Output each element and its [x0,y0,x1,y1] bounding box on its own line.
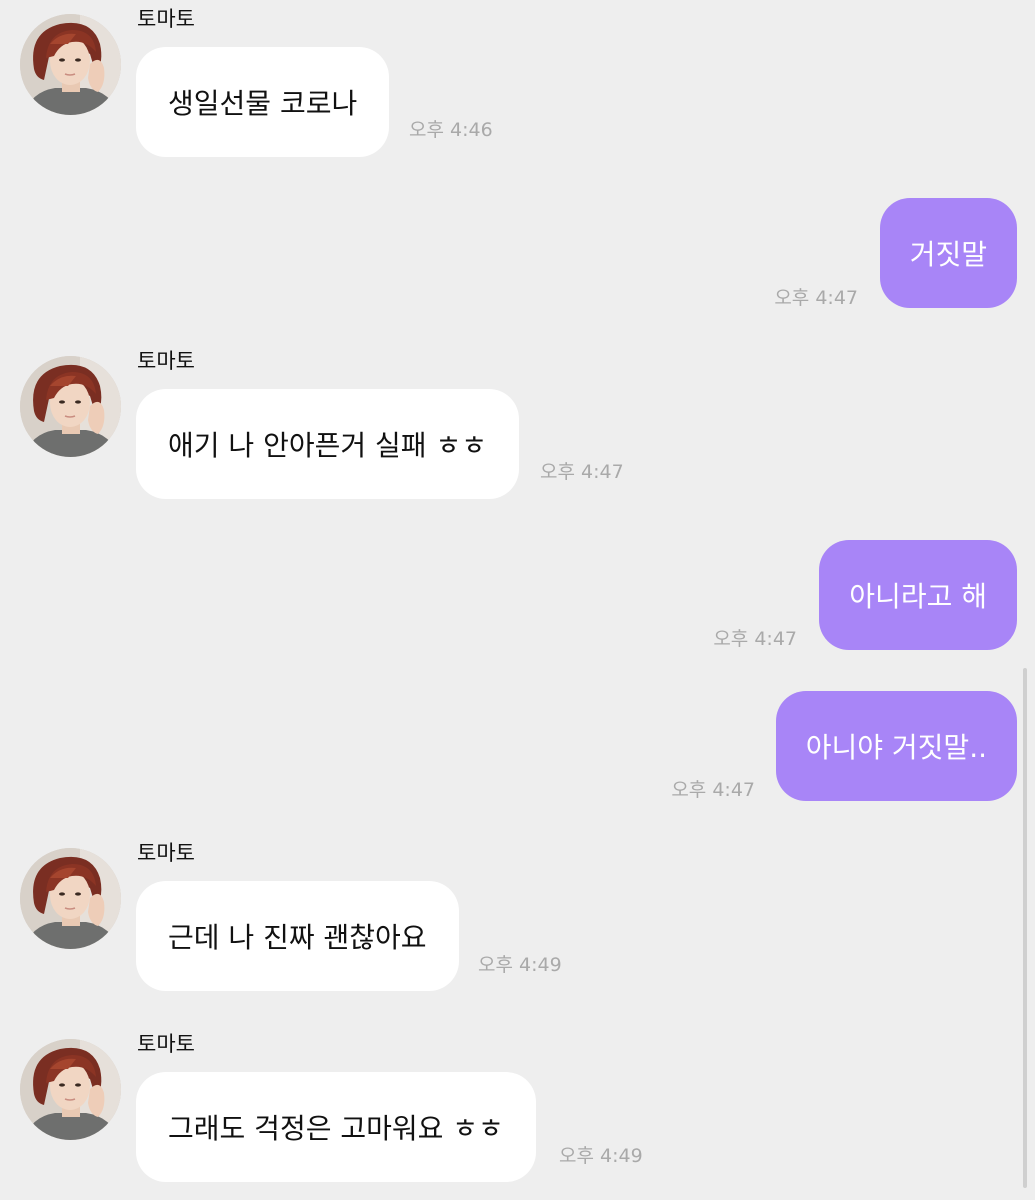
message-text: 애기 나 안아픈거 실패 ㅎㅎ [168,429,487,462]
message-timestamp: 오후 4:46 [409,119,493,141]
message-bubble[interactable]: 아니야 거짓말.. [775,691,1017,801]
message-text: 거짓말 [909,238,987,271]
message-bubble[interactable]: 그래도 걱정은 고마워요 ㅎㅎ [136,1072,536,1182]
message-text: 그래도 걱정은 고마워요 ㅎㅎ [168,1112,504,1145]
message-text: 아니라고 해 [849,580,987,613]
chat-message-list[interactable]: 토마토 생일선물 코로나 오후 4:46 거짓말 오후 4:47 토마토 애기 … [0,0,1035,1200]
message-bubble[interactable]: 아니라고 해 [819,540,1017,650]
message-text: 생일선물 코로나 [168,87,358,120]
message-timestamp: 오후 4:47 [713,628,797,650]
message-text: 근데 나 진짜 괜찮아요 [168,921,427,954]
sender-name: 토마토 [137,349,195,373]
contact-avatar[interactable] [20,1039,121,1140]
message-bubble[interactable]: 거짓말 [879,198,1017,308]
contact-avatar[interactable] [20,356,121,457]
sender-name: 토마토 [137,1032,195,1056]
contact-avatar[interactable] [20,848,121,949]
message-timestamp: 오후 4:49 [478,954,562,976]
message-timestamp: 오후 4:47 [540,461,624,483]
sender-name: 토마토 [137,7,195,31]
message-bubble[interactable]: 애기 나 안아픈거 실패 ㅎㅎ [136,389,519,499]
message-bubble[interactable]: 생일선물 코로나 [136,47,390,157]
message-text: 아니야 거짓말.. [805,731,987,764]
scrollbar[interactable] [1023,668,1027,1188]
message-timestamp: 오후 4:49 [559,1145,643,1167]
message-timestamp: 오후 4:47 [774,287,858,309]
contact-avatar[interactable] [20,14,121,115]
sender-name: 토마토 [137,841,195,865]
message-timestamp: 오후 4:47 [671,779,755,801]
message-bubble[interactable]: 근데 나 진짜 괜찮아요 [136,881,459,991]
